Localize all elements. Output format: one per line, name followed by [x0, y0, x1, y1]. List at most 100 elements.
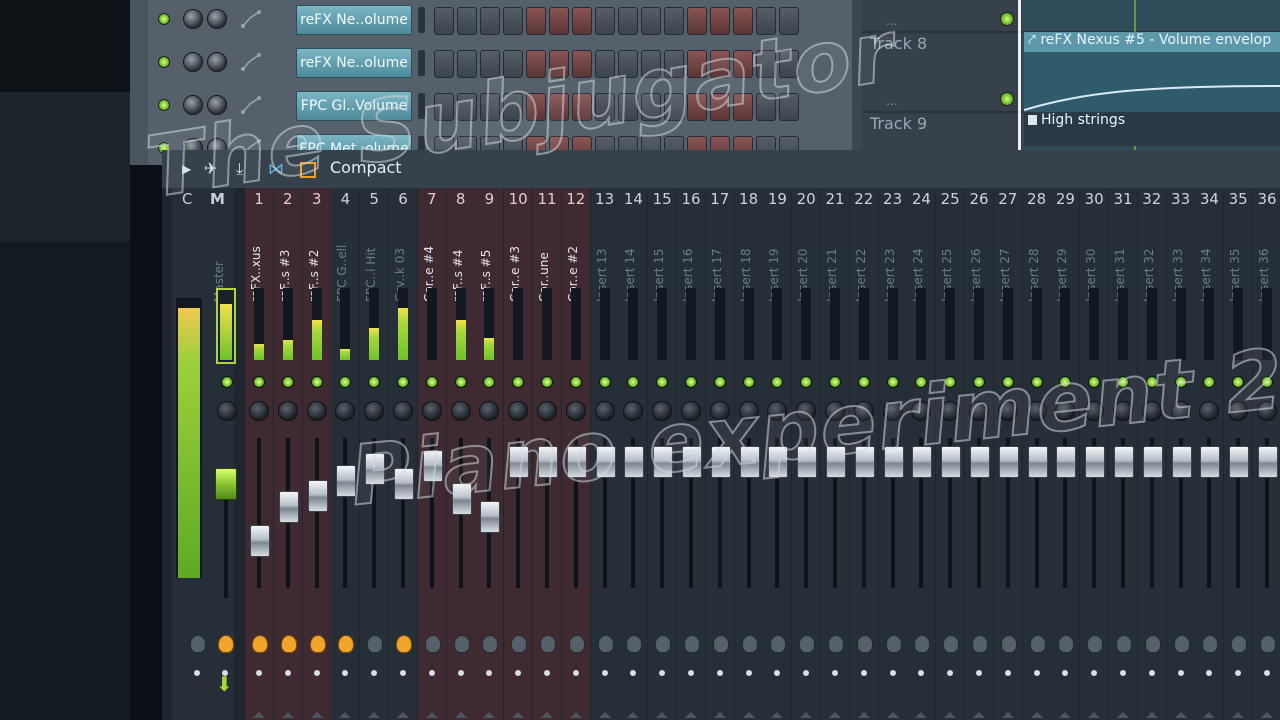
channel-volume-knob[interactable]	[207, 95, 227, 115]
insert-strip[interactable]: 22 Insert 22	[849, 188, 878, 720]
insert-volume-fader[interactable]	[394, 468, 414, 500]
insert-pan-knob[interactable]	[741, 635, 758, 653]
insert-route-arrow-icon[interactable]	[1174, 712, 1187, 718]
insert-route-arrow-icon[interactable]	[1088, 712, 1101, 718]
insert-enable-led[interactable]	[541, 376, 553, 388]
insert-knob[interactable]	[623, 401, 644, 421]
step-button[interactable]	[480, 50, 500, 78]
insert-pan-knob[interactable]	[885, 635, 902, 653]
channel-pan-knob[interactable]	[183, 52, 203, 72]
insert-volume-fader[interactable]	[566, 446, 587, 478]
insert-pan-knob[interactable]	[367, 635, 384, 653]
insert-pan-knob[interactable]	[655, 635, 672, 653]
insert-strip[interactable]: 5 FPC..l Hit	[360, 188, 389, 720]
insert-route-arrow-icon[interactable]	[425, 712, 438, 718]
insert-route-dot[interactable]	[1062, 670, 1069, 676]
insert-knob[interactable]	[249, 401, 269, 421]
insert-route-dot[interactable]	[889, 670, 896, 676]
insert-route-arrow-icon[interactable]	[569, 712, 582, 718]
insert-volume-fader[interactable]	[307, 480, 328, 512]
insert-knob[interactable]	[1228, 401, 1249, 421]
step-button[interactable]	[434, 7, 454, 35]
insert-knob[interactable]	[393, 401, 413, 421]
insert-enable-led[interactable]	[973, 376, 985, 388]
insert-volume-fader[interactable]	[1056, 446, 1077, 478]
insert-strip[interactable]: 32 Insert 32	[1137, 188, 1166, 720]
insert-strip[interactable]: 13 Insert 13	[590, 188, 619, 720]
insert-route-arrow-icon[interactable]	[253, 712, 265, 718]
insert-volume-fader[interactable]	[739, 446, 760, 478]
insert-knob[interactable]	[940, 401, 961, 421]
insert-enable-led[interactable]	[829, 376, 841, 388]
insert-knob[interactable]	[1170, 401, 1191, 421]
insert-volume-fader[interactable]	[1171, 446, 1192, 478]
insert-strip[interactable]: 28 Insert 28	[1022, 188, 1051, 720]
insert-strip[interactable]: 12 Cor..e #2	[561, 188, 590, 720]
insert-pan-knob[interactable]	[943, 635, 960, 653]
insert-route-dot[interactable]	[601, 670, 608, 676]
insert-route-arrow-icon[interactable]	[1232, 712, 1245, 718]
insert-route-arrow-icon[interactable]	[1203, 712, 1216, 718]
insert-knob[interactable]	[767, 401, 788, 421]
insert-route-arrow-icon[interactable]	[829, 712, 841, 718]
step-button[interactable]	[779, 93, 799, 121]
track-8-label[interactable]: Track 8	[870, 34, 927, 53]
insert-route-dot[interactable]	[544, 670, 550, 676]
step-button[interactable]	[526, 7, 546, 35]
insert-route-dot[interactable]	[313, 670, 320, 676]
step-button[interactable]	[687, 93, 707, 121]
master-volume-fader[interactable]	[215, 468, 237, 500]
insert-route-dot[interactable]	[659, 670, 666, 676]
insert-route-arrow-icon[interactable]	[310, 712, 323, 718]
insert-enable-led[interactable]	[598, 376, 611, 388]
insert-volume-fader[interactable]	[883, 446, 904, 478]
insert-knob[interactable]	[1199, 401, 1220, 421]
insert-pan-knob[interactable]	[1144, 635, 1161, 653]
step-button[interactable]	[503, 93, 523, 121]
step-button[interactable]	[710, 50, 730, 78]
channel-select-bar[interactable]	[418, 50, 425, 76]
insert-strip[interactable]: 10 Cor..e #3	[504, 188, 533, 720]
playlist-playhead[interactable]	[1018, 0, 1021, 150]
insert-route-arrow-icon[interactable]	[1001, 712, 1014, 718]
insert-knob[interactable]	[306, 401, 327, 421]
insert-strip[interactable]: 6 Grv..k 03	[389, 188, 417, 720]
step-button[interactable]	[664, 93, 684, 121]
insert-route-arrow-icon[interactable]	[685, 712, 697, 718]
insert-knob[interactable]	[594, 401, 615, 421]
insert-pan-knob[interactable]	[1029, 635, 1046, 653]
insert-enable-led[interactable]	[742, 376, 755, 388]
insert-enable-led[interactable]	[1088, 376, 1101, 388]
insert-volume-fader[interactable]	[682, 446, 702, 478]
master-knob[interactable]	[217, 401, 237, 421]
insert-strip[interactable]: 34 Insert 34	[1195, 188, 1224, 720]
insert-route-dot[interactable]	[457, 670, 464, 676]
insert-enable-led[interactable]	[857, 376, 870, 388]
insert-pan-knob[interactable]	[568, 635, 585, 653]
step-button[interactable]	[595, 50, 615, 78]
insert-volume-fader[interactable]	[1258, 446, 1278, 478]
insert-route-arrow-icon[interactable]	[627, 712, 640, 718]
master-enable-led[interactable]	[221, 376, 233, 388]
step-button[interactable]	[457, 93, 477, 121]
step-button[interactable]	[733, 50, 753, 78]
insert-enable-led[interactable]	[944, 376, 957, 388]
insert-route-arrow-icon[interactable]	[541, 712, 553, 718]
insert-pan-knob[interactable]	[540, 635, 556, 653]
insert-knob[interactable]	[508, 401, 529, 421]
compact-view-label[interactable]: Compact	[330, 158, 402, 177]
insert-route-dot[interactable]	[832, 670, 838, 676]
insert-route-dot[interactable]	[1148, 670, 1155, 676]
insert-route-arrow-icon[interactable]	[281, 712, 294, 718]
insert-enable-led[interactable]	[397, 376, 409, 388]
insert-enable-led[interactable]	[1174, 376, 1187, 388]
insert-knob[interactable]	[421, 401, 442, 421]
insert-enable-led[interactable]	[1203, 376, 1216, 388]
insert-strip[interactable]: 26 Insert 26	[965, 188, 993, 720]
insert-route-dot[interactable]	[515, 670, 522, 676]
step-button[interactable]	[618, 7, 638, 35]
insert-route-dot[interactable]	[1004, 670, 1011, 676]
channel-enable-led[interactable]	[158, 56, 170, 68]
insert-volume-fader[interactable]	[826, 446, 846, 478]
insert-strip[interactable]: 16 Insert 16	[677, 188, 705, 720]
